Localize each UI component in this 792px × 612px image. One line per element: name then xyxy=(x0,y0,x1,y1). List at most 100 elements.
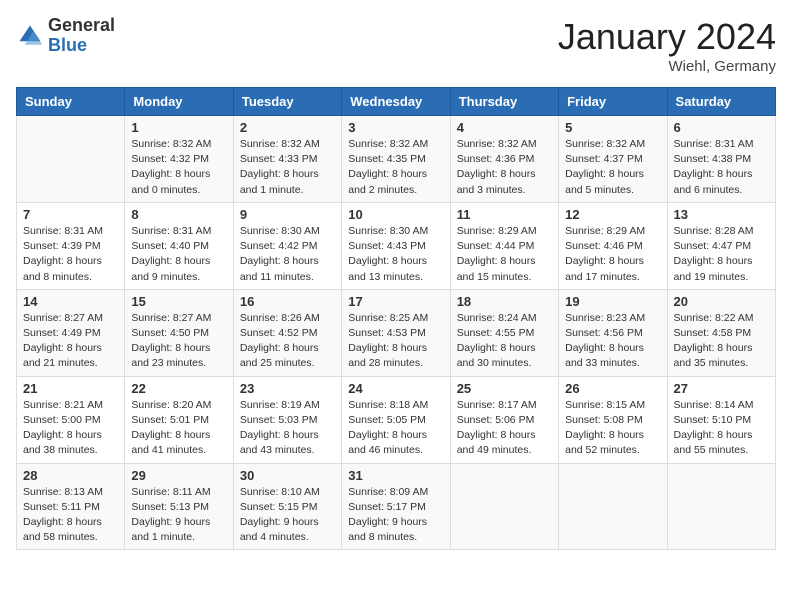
day-info: Sunrise: 8:31 AMSunset: 4:38 PMDaylight:… xyxy=(674,137,769,198)
weekday-header-saturday: Saturday xyxy=(667,88,775,116)
calendar-week-row: 14 Sunrise: 8:27 AMSunset: 4:49 PMDayligh… xyxy=(17,289,776,376)
day-number: 23 xyxy=(240,381,335,396)
logo-text: General Blue xyxy=(48,16,115,56)
calendar-cell: 31 Sunrise: 8:09 AMSunset: 5:17 PMDayligh… xyxy=(342,463,450,550)
day-info: Sunrise: 8:18 AMSunset: 5:05 PMDaylight:… xyxy=(348,398,443,459)
calendar-cell: 7 Sunrise: 8:31 AMSunset: 4:39 PMDaylight… xyxy=(17,202,125,289)
day-info: Sunrise: 8:20 AMSunset: 5:01 PMDaylight:… xyxy=(131,398,226,459)
day-number: 26 xyxy=(565,381,660,396)
calendar-cell: 10Sunrise: 8:30 AMSunset: 4:43 PMDayligh… xyxy=(342,202,450,289)
day-number: 14 xyxy=(23,294,118,309)
calendar-cell xyxy=(17,116,125,203)
calendar-week-row: 28 Sunrise: 8:13 AMSunset: 5:11 PMDayligh… xyxy=(17,463,776,550)
day-info: Sunrise: 8:30 AMSunset: 4:42 PMDaylight:… xyxy=(240,224,335,285)
weekday-header-sunday: Sunday xyxy=(17,88,125,116)
calendar-cell: 6 Sunrise: 8:31 AMSunset: 4:38 PMDaylight… xyxy=(667,116,775,203)
day-info: Sunrise: 8:13 AMSunset: 5:11 PMDaylight:… xyxy=(23,485,118,546)
day-info: Sunrise: 8:27 AMSunset: 4:50 PMDaylight:… xyxy=(131,311,226,372)
day-info: Sunrise: 8:23 AMSunset: 4:56 PMDaylight:… xyxy=(565,311,660,372)
day-info: Sunrise: 8:29 AMSunset: 4:46 PMDaylight:… xyxy=(565,224,660,285)
calendar-cell: 23 Sunrise: 8:19 AMSunset: 5:03 PMDayligh… xyxy=(233,376,341,463)
day-info: Sunrise: 8:32 AMSunset: 4:32 PMDaylight:… xyxy=(131,137,226,198)
day-info: Sunrise: 8:09 AMSunset: 5:17 PMDaylight:… xyxy=(348,485,443,546)
calendar-week-row: 21Sunrise: 8:21 AMSunset: 5:00 PMDayligh… xyxy=(17,376,776,463)
day-info: Sunrise: 8:10 AMSunset: 5:15 PMDaylight:… xyxy=(240,485,335,546)
day-info: Sunrise: 8:24 AMSunset: 4:55 PMDaylight:… xyxy=(457,311,552,372)
day-info: Sunrise: 8:32 AMSunset: 4:36 PMDaylight:… xyxy=(457,137,552,198)
day-info: Sunrise: 8:28 AMSunset: 4:47 PMDaylight:… xyxy=(674,224,769,285)
calendar-cell: 13 Sunrise: 8:28 AMSunset: 4:47 PMDayligh… xyxy=(667,202,775,289)
day-number: 15 xyxy=(131,294,226,309)
calendar-cell: 27 Sunrise: 8:14 AMSunset: 5:10 PMDayligh… xyxy=(667,376,775,463)
day-number: 31 xyxy=(348,468,443,483)
logo-general-text: General xyxy=(48,16,115,36)
calendar-cell: 11 Sunrise: 8:29 AMSunset: 4:44 PMDayligh… xyxy=(450,202,558,289)
day-number: 17 xyxy=(348,294,443,309)
weekday-header-monday: Monday xyxy=(125,88,233,116)
calendar-cell: 24 Sunrise: 8:18 AMSunset: 5:05 PMDayligh… xyxy=(342,376,450,463)
calendar-week-row: 1Sunrise: 8:32 AMSunset: 4:32 PMDaylight… xyxy=(17,116,776,203)
weekday-header-wednesday: Wednesday xyxy=(342,88,450,116)
calendar-cell: 20Sunrise: 8:22 AMSunset: 4:58 PMDayligh… xyxy=(667,289,775,376)
day-number: 30 xyxy=(240,468,335,483)
weekday-header-friday: Friday xyxy=(559,88,667,116)
calendar-cell: 25 Sunrise: 8:17 AMSunset: 5:06 PMDayligh… xyxy=(450,376,558,463)
day-number: 13 xyxy=(674,207,769,222)
calendar-cell xyxy=(667,463,775,550)
calendar-cell xyxy=(559,463,667,550)
day-number: 28 xyxy=(23,468,118,483)
day-info: Sunrise: 8:27 AMSunset: 4:49 PMDaylight:… xyxy=(23,311,118,372)
day-number: 9 xyxy=(240,207,335,222)
day-number: 5 xyxy=(565,120,660,135)
day-number: 21 xyxy=(23,381,118,396)
day-number: 3 xyxy=(348,120,443,135)
day-number: 24 xyxy=(348,381,443,396)
day-number: 11 xyxy=(457,207,552,222)
page-header: General Blue January 2024 Wiehl, Germany xyxy=(16,16,776,75)
day-number: 16 xyxy=(240,294,335,309)
calendar-cell: 5Sunrise: 8:32 AMSunset: 4:37 PMDaylight… xyxy=(559,116,667,203)
day-info: Sunrise: 8:22 AMSunset: 4:58 PMDaylight:… xyxy=(674,311,769,372)
logo-blue-text: Blue xyxy=(48,36,115,56)
day-number: 25 xyxy=(457,381,552,396)
title-block: January 2024 Wiehl, Germany xyxy=(558,16,776,75)
day-number: 19 xyxy=(565,294,660,309)
calendar-week-row: 7 Sunrise: 8:31 AMSunset: 4:39 PMDaylight… xyxy=(17,202,776,289)
calendar-cell xyxy=(450,463,558,550)
day-info: Sunrise: 8:15 AMSunset: 5:08 PMDaylight:… xyxy=(565,398,660,459)
day-number: 29 xyxy=(131,468,226,483)
day-info: Sunrise: 8:32 AMSunset: 4:33 PMDaylight:… xyxy=(240,137,335,198)
calendar-cell: 14 Sunrise: 8:27 AMSunset: 4:49 PMDayligh… xyxy=(17,289,125,376)
calendar-cell: 21Sunrise: 8:21 AMSunset: 5:00 PMDayligh… xyxy=(17,376,125,463)
day-number: 8 xyxy=(131,207,226,222)
day-info: Sunrise: 8:31 AMSunset: 4:39 PMDaylight:… xyxy=(23,224,118,285)
calendar-cell: 2Sunrise: 8:32 AMSunset: 4:33 PMDaylight… xyxy=(233,116,341,203)
day-number: 10 xyxy=(348,207,443,222)
day-info: Sunrise: 8:26 AMSunset: 4:52 PMDaylight:… xyxy=(240,311,335,372)
day-info: Sunrise: 8:19 AMSunset: 5:03 PMDaylight:… xyxy=(240,398,335,459)
day-number: 22 xyxy=(131,381,226,396)
day-number: 4 xyxy=(457,120,552,135)
day-info: Sunrise: 8:32 AMSunset: 4:35 PMDaylight:… xyxy=(348,137,443,198)
month-title: January 2024 xyxy=(558,16,776,58)
day-number: 27 xyxy=(674,381,769,396)
calendar-cell: 9 Sunrise: 8:30 AMSunset: 4:42 PMDaylight… xyxy=(233,202,341,289)
calendar-cell: 26 Sunrise: 8:15 AMSunset: 5:08 PMDayligh… xyxy=(559,376,667,463)
day-number: 7 xyxy=(23,207,118,222)
day-number: 6 xyxy=(674,120,769,135)
weekday-header-tuesday: Tuesday xyxy=(233,88,341,116)
calendar-cell: 30 Sunrise: 8:10 AMSunset: 5:15 PMDayligh… xyxy=(233,463,341,550)
calendar-cell: 17 Sunrise: 8:25 AMSunset: 4:53 PMDayligh… xyxy=(342,289,450,376)
day-info: Sunrise: 8:17 AMSunset: 5:06 PMDaylight:… xyxy=(457,398,552,459)
day-number: 18 xyxy=(457,294,552,309)
day-info: Sunrise: 8:14 AMSunset: 5:10 PMDaylight:… xyxy=(674,398,769,459)
calendar-table: SundayMondayTuesdayWednesdayThursdayFrid… xyxy=(16,87,776,550)
logo-icon xyxy=(16,22,44,50)
day-info: Sunrise: 8:29 AMSunset: 4:44 PMDaylight:… xyxy=(457,224,552,285)
day-info: Sunrise: 8:25 AMSunset: 4:53 PMDaylight:… xyxy=(348,311,443,372)
calendar-cell: 19 Sunrise: 8:23 AMSunset: 4:56 PMDayligh… xyxy=(559,289,667,376)
calendar-cell: 28 Sunrise: 8:13 AMSunset: 5:11 PMDayligh… xyxy=(17,463,125,550)
calendar-cell: 15 Sunrise: 8:27 AMSunset: 4:50 PMDayligh… xyxy=(125,289,233,376)
calendar-cell: 3 Sunrise: 8:32 AMSunset: 4:35 PMDaylight… xyxy=(342,116,450,203)
day-info: Sunrise: 8:11 AMSunset: 5:13 PMDaylight:… xyxy=(131,485,226,546)
